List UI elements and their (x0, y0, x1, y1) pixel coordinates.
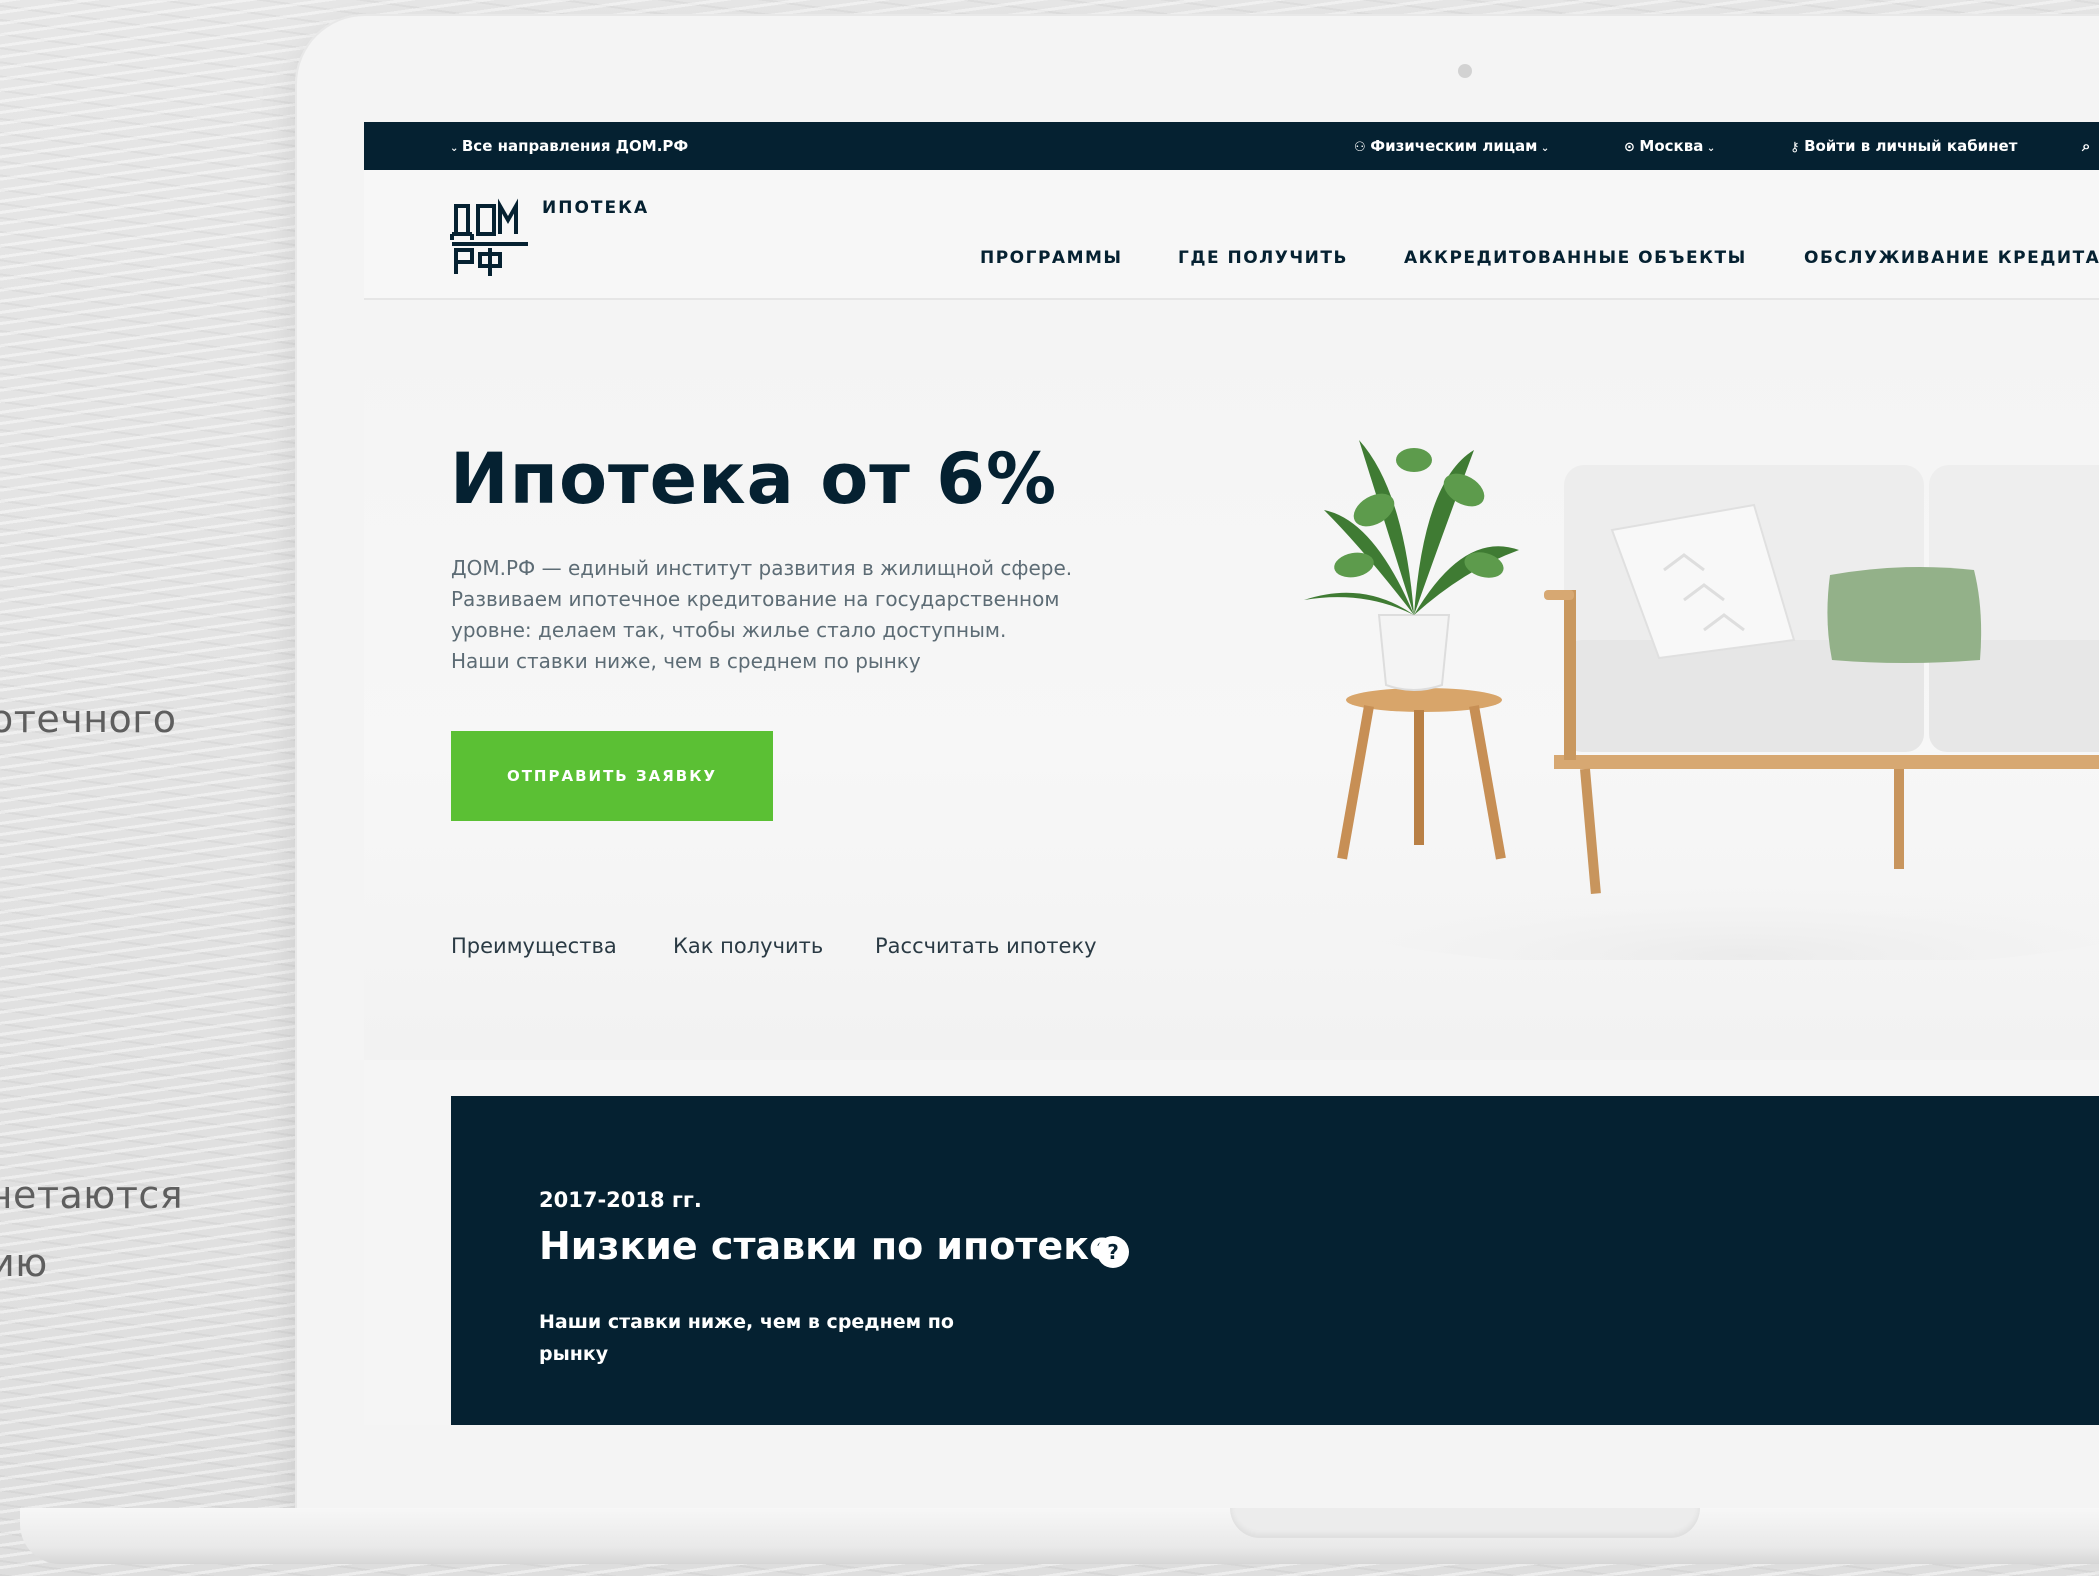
login-label: Войти в личный кабинет (1804, 137, 2018, 155)
hero-text-line: Развиваем ипотечное кредитование на госу… (451, 587, 1060, 611)
low-rates-section: 2017-2018 гг. Низкие ставки по ипотеке ?… (451, 1096, 2099, 1425)
directions-label: Все направления ДОМ.РФ (461, 137, 689, 155)
anchor-calculate[interactable]: Рассчитать ипотеку (875, 934, 1097, 958)
logo-subtitle: ИПОТЕКА (542, 198, 650, 218)
nav-programs[interactable]: ПРОГРАММЫ (980, 248, 1123, 268)
directions-dropdown[interactable]: ⌄ Все направления ДОМ.РФ (450, 137, 688, 155)
side-text-line-1: отечного (0, 697, 177, 741)
submit-application-button[interactable]: ОТПРАВИТЬ ЗАЯВКУ (451, 731, 773, 821)
nav-loan-service[interactable]: ОБСЛУЖИВАНИЕ КРЕДИТА (1804, 248, 2099, 268)
rates-text-line: рынку (539, 1343, 609, 1365)
help-icon[interactable]: ? (1097, 1236, 1129, 1268)
login-link[interactable]: ⚷ Войти в личный кабинет (1790, 137, 2017, 155)
city-dropdown[interactable]: ⊙ Москва ⌄ (1624, 137, 1715, 155)
laptop-notch (1230, 1508, 1700, 1538)
hero-text-line: уровне: делаем так, чтобы жилье стало до… (451, 618, 1007, 642)
camera-dot (1458, 64, 1472, 78)
side-text-line-3: четаются (0, 1173, 184, 1217)
hero-section: Ипотека от 6% ДОМ.РФ — единый институт р… (364, 300, 2099, 1060)
hero-text-line: ДОМ.РФ — единый институт развития в жили… (451, 556, 1073, 580)
rates-text-line: Наши ставки ниже, чем в среднем по (539, 1311, 954, 1333)
audience-dropdown[interactable]: ⚇ Физическим лицам ⌄ (1354, 137, 1549, 155)
rates-description: Наши ставки ниже, чем в среднем по рынку (539, 1306, 979, 1370)
chevron-down-icon: ⌄ (1703, 143, 1716, 154)
anchor-advantages[interactable]: Преимущества (451, 934, 617, 958)
laptop-screen: ⌄ Все направления ДОМ.РФ ⚇ Физическим ли… (364, 122, 2099, 1425)
nav-accredited-objects[interactable]: АККРЕДИТОВАННЫЕ ОБЪЕКТЫ (1404, 248, 1747, 268)
hero-text-line: Наши ставки ниже, чем в среднем по рынку (451, 649, 921, 673)
top-bar: ⌄ Все направления ДОМ.РФ ⚇ Физическим ли… (364, 122, 2099, 170)
rates-period: 2017-2018 гг. (539, 1188, 702, 1212)
living-room-illustration (1284, 440, 2099, 960)
location-pin-icon: ⊙ (1624, 140, 1640, 155)
side-text-line-2: , (0, 1120, 3, 1158)
city-label: Москва (1639, 137, 1704, 155)
person-icon: ⚇ (1354, 140, 1371, 155)
anchor-how-to-get[interactable]: Как получить (673, 934, 823, 958)
key-icon: ⚷ (1790, 140, 1805, 155)
audience-label: Физическим лицам (1370, 137, 1538, 155)
hero-title: Ипотека от 6% (450, 438, 1058, 520)
side-text-line-4: ию (0, 1241, 48, 1285)
dom-rf-logo[interactable] (450, 198, 530, 276)
chevron-down-icon: ⌄ (1537, 143, 1550, 154)
hero-description: ДОМ.РФ — единый институт развития в жили… (451, 553, 1131, 677)
rates-title: Низкие ставки по ипотеке (539, 1224, 1115, 1268)
laptop-base (20, 1508, 2099, 1564)
nav-where-to-get[interactable]: ГДЕ ПОЛУЧИТЬ (1178, 248, 1348, 268)
main-header: ИПОТЕКА ПРОГРАММЫ ГДЕ ПОЛУЧИТЬ АККРЕДИТО… (364, 170, 2099, 300)
chevron-down-icon: ⌄ (450, 143, 462, 154)
search-icon[interactable]: ⌕ (2082, 137, 2090, 155)
